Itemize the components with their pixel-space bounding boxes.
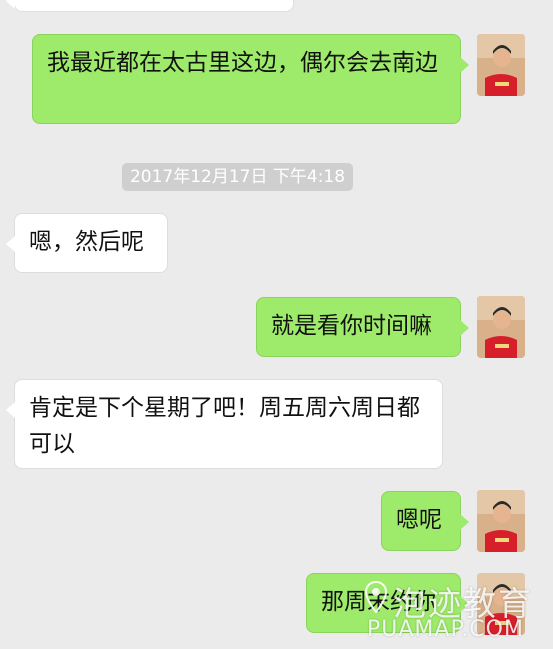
- user-avatar[interactable]: [477, 296, 525, 358]
- message-text: 肯定是下个星期了吧！周五周六周日都可以: [29, 395, 420, 457]
- message-bubble-received[interactable]: 嗯，然后呢: [6, 213, 168, 273]
- message-text: 嗯呢: [396, 507, 442, 533]
- message-bubble-sent[interactable]: 那周末约你: [306, 573, 469, 633]
- user-avatar[interactable]: [477, 573, 525, 635]
- message-text: 嗯，然后呢: [29, 229, 144, 255]
- message-bubble-received[interactable]: 肯定是下个星期了吧！周五周六周日都可以: [6, 379, 443, 469]
- message-bubble-sent[interactable]: 就是看你时间嘛: [256, 297, 469, 357]
- user-avatar[interactable]: [477, 34, 525, 96]
- avatar-image: [477, 34, 525, 96]
- message-bubble-sent[interactable]: 嗯呢: [381, 491, 469, 551]
- avatar-image: [477, 573, 525, 635]
- message-text: 就是看你时间嘛: [271, 313, 432, 339]
- avatar-image: [477, 490, 525, 552]
- avatar-image: [477, 296, 525, 358]
- message-bubble-sent[interactable]: 我最近都在太古里这边，偶尔会去南边: [32, 34, 469, 124]
- partial-message-bubble: [6, 0, 294, 12]
- chat-timestamp: 2017年12月17日 下午4:18: [122, 163, 353, 191]
- message-text: 我最近都在太古里这边，偶尔会去南边: [47, 50, 438, 76]
- message-text: 那周末约你: [321, 589, 436, 615]
- user-avatar[interactable]: [477, 490, 525, 552]
